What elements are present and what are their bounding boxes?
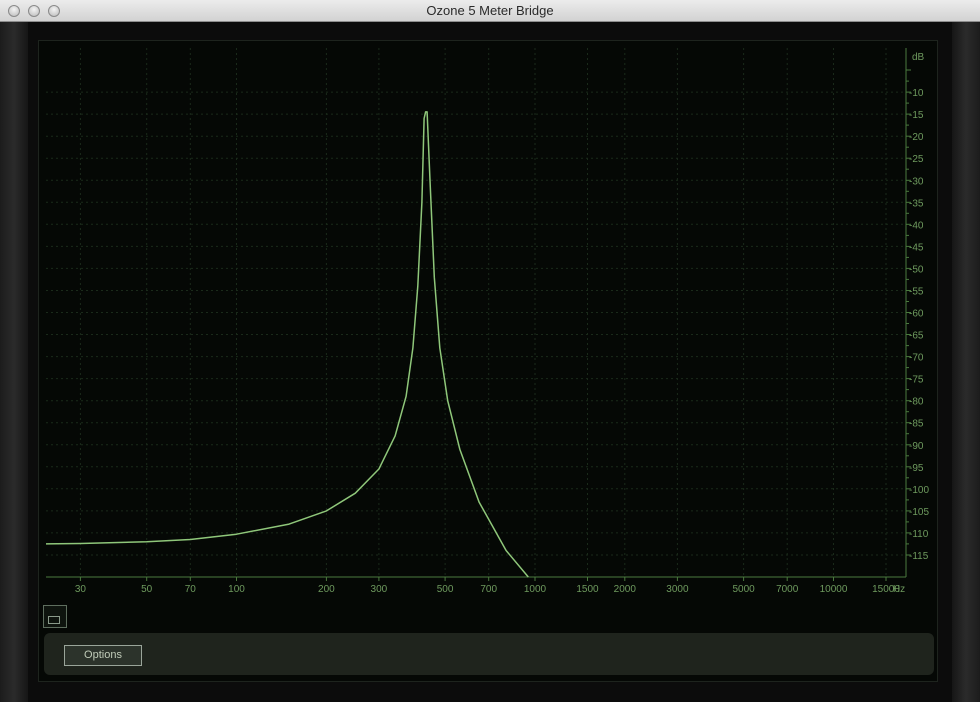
x-tick-label: 500 [437, 584, 454, 595]
y-tick-label: -85 [909, 419, 924, 430]
x-tick-label: 10000 [820, 584, 848, 595]
bottom-bar [44, 633, 934, 675]
y-tick-label: -50 [909, 264, 924, 275]
x-tick-label: 30 [75, 584, 87, 595]
y-tick-label: -75 [909, 375, 924, 386]
x-tick-label: 1500 [576, 584, 599, 595]
x-tick-label: 3000 [666, 584, 689, 595]
x-tick-label: 70 [185, 584, 197, 595]
spectrum-curve [45, 111, 529, 578]
x-tick-label: 300 [371, 584, 388, 595]
y-tick-label: -65 [909, 331, 924, 342]
y-tick-label: -60 [909, 309, 924, 320]
y-tick-label: -95 [909, 463, 924, 474]
x-axis-unit-label: Hz [893, 584, 905, 595]
x-tick-label: 1000 [524, 584, 547, 595]
y-axis-unit-label: dB [912, 52, 925, 63]
y-tick-label: -55 [909, 287, 924, 298]
y-tick-label: -25 [909, 154, 924, 165]
y-tick-label: -90 [909, 441, 924, 452]
y-tick-label: -105 [909, 507, 929, 518]
x-tick-label: 7000 [776, 584, 799, 595]
options-button[interactable]: Options [64, 645, 142, 666]
spectrum-plot: dB -10 -15 -20 -25 -30 -35 -40 -45 -50 -55 -60 -65 -7… [45, 48, 930, 595]
grid [46, 48, 906, 577]
y-tick-label: -110 [909, 529, 929, 540]
y-tick-label: -80 [909, 397, 924, 408]
y-tick-label: -100 [909, 485, 929, 496]
view-toggle-icon[interactable] [43, 605, 67, 628]
x-tick-label: 50 [141, 584, 153, 595]
x-tick-label: 5000 [732, 584, 755, 595]
y-tick-label: -45 [909, 242, 924, 253]
y-tick-label: -40 [909, 220, 924, 231]
x-tick-label: 100 [228, 584, 245, 595]
y-tick-label: -30 [909, 176, 924, 187]
y-tick-label: -70 [909, 353, 924, 364]
y-tick-label: -15 [909, 110, 924, 121]
x-tick-label: 200 [318, 584, 335, 595]
x-tick-label: 2000 [614, 584, 637, 595]
y-tick-label: -10 [909, 88, 924, 99]
curve-layer [45, 111, 529, 578]
y-tick-label: -115 [909, 551, 929, 562]
app-window: Ozone 5 Meter Bridge dB -10 -15 -20 -25 -30 -3… [0, 0, 980, 702]
y-tick-label: -35 [909, 198, 924, 209]
x-tick-label: 700 [480, 584, 497, 595]
tick-labels: dB -10 -15 -20 -25 -30 -35 -40 -45 -50 -55 -60 -65 -7… [75, 52, 930, 595]
y-tick-label: -20 [909, 132, 924, 143]
